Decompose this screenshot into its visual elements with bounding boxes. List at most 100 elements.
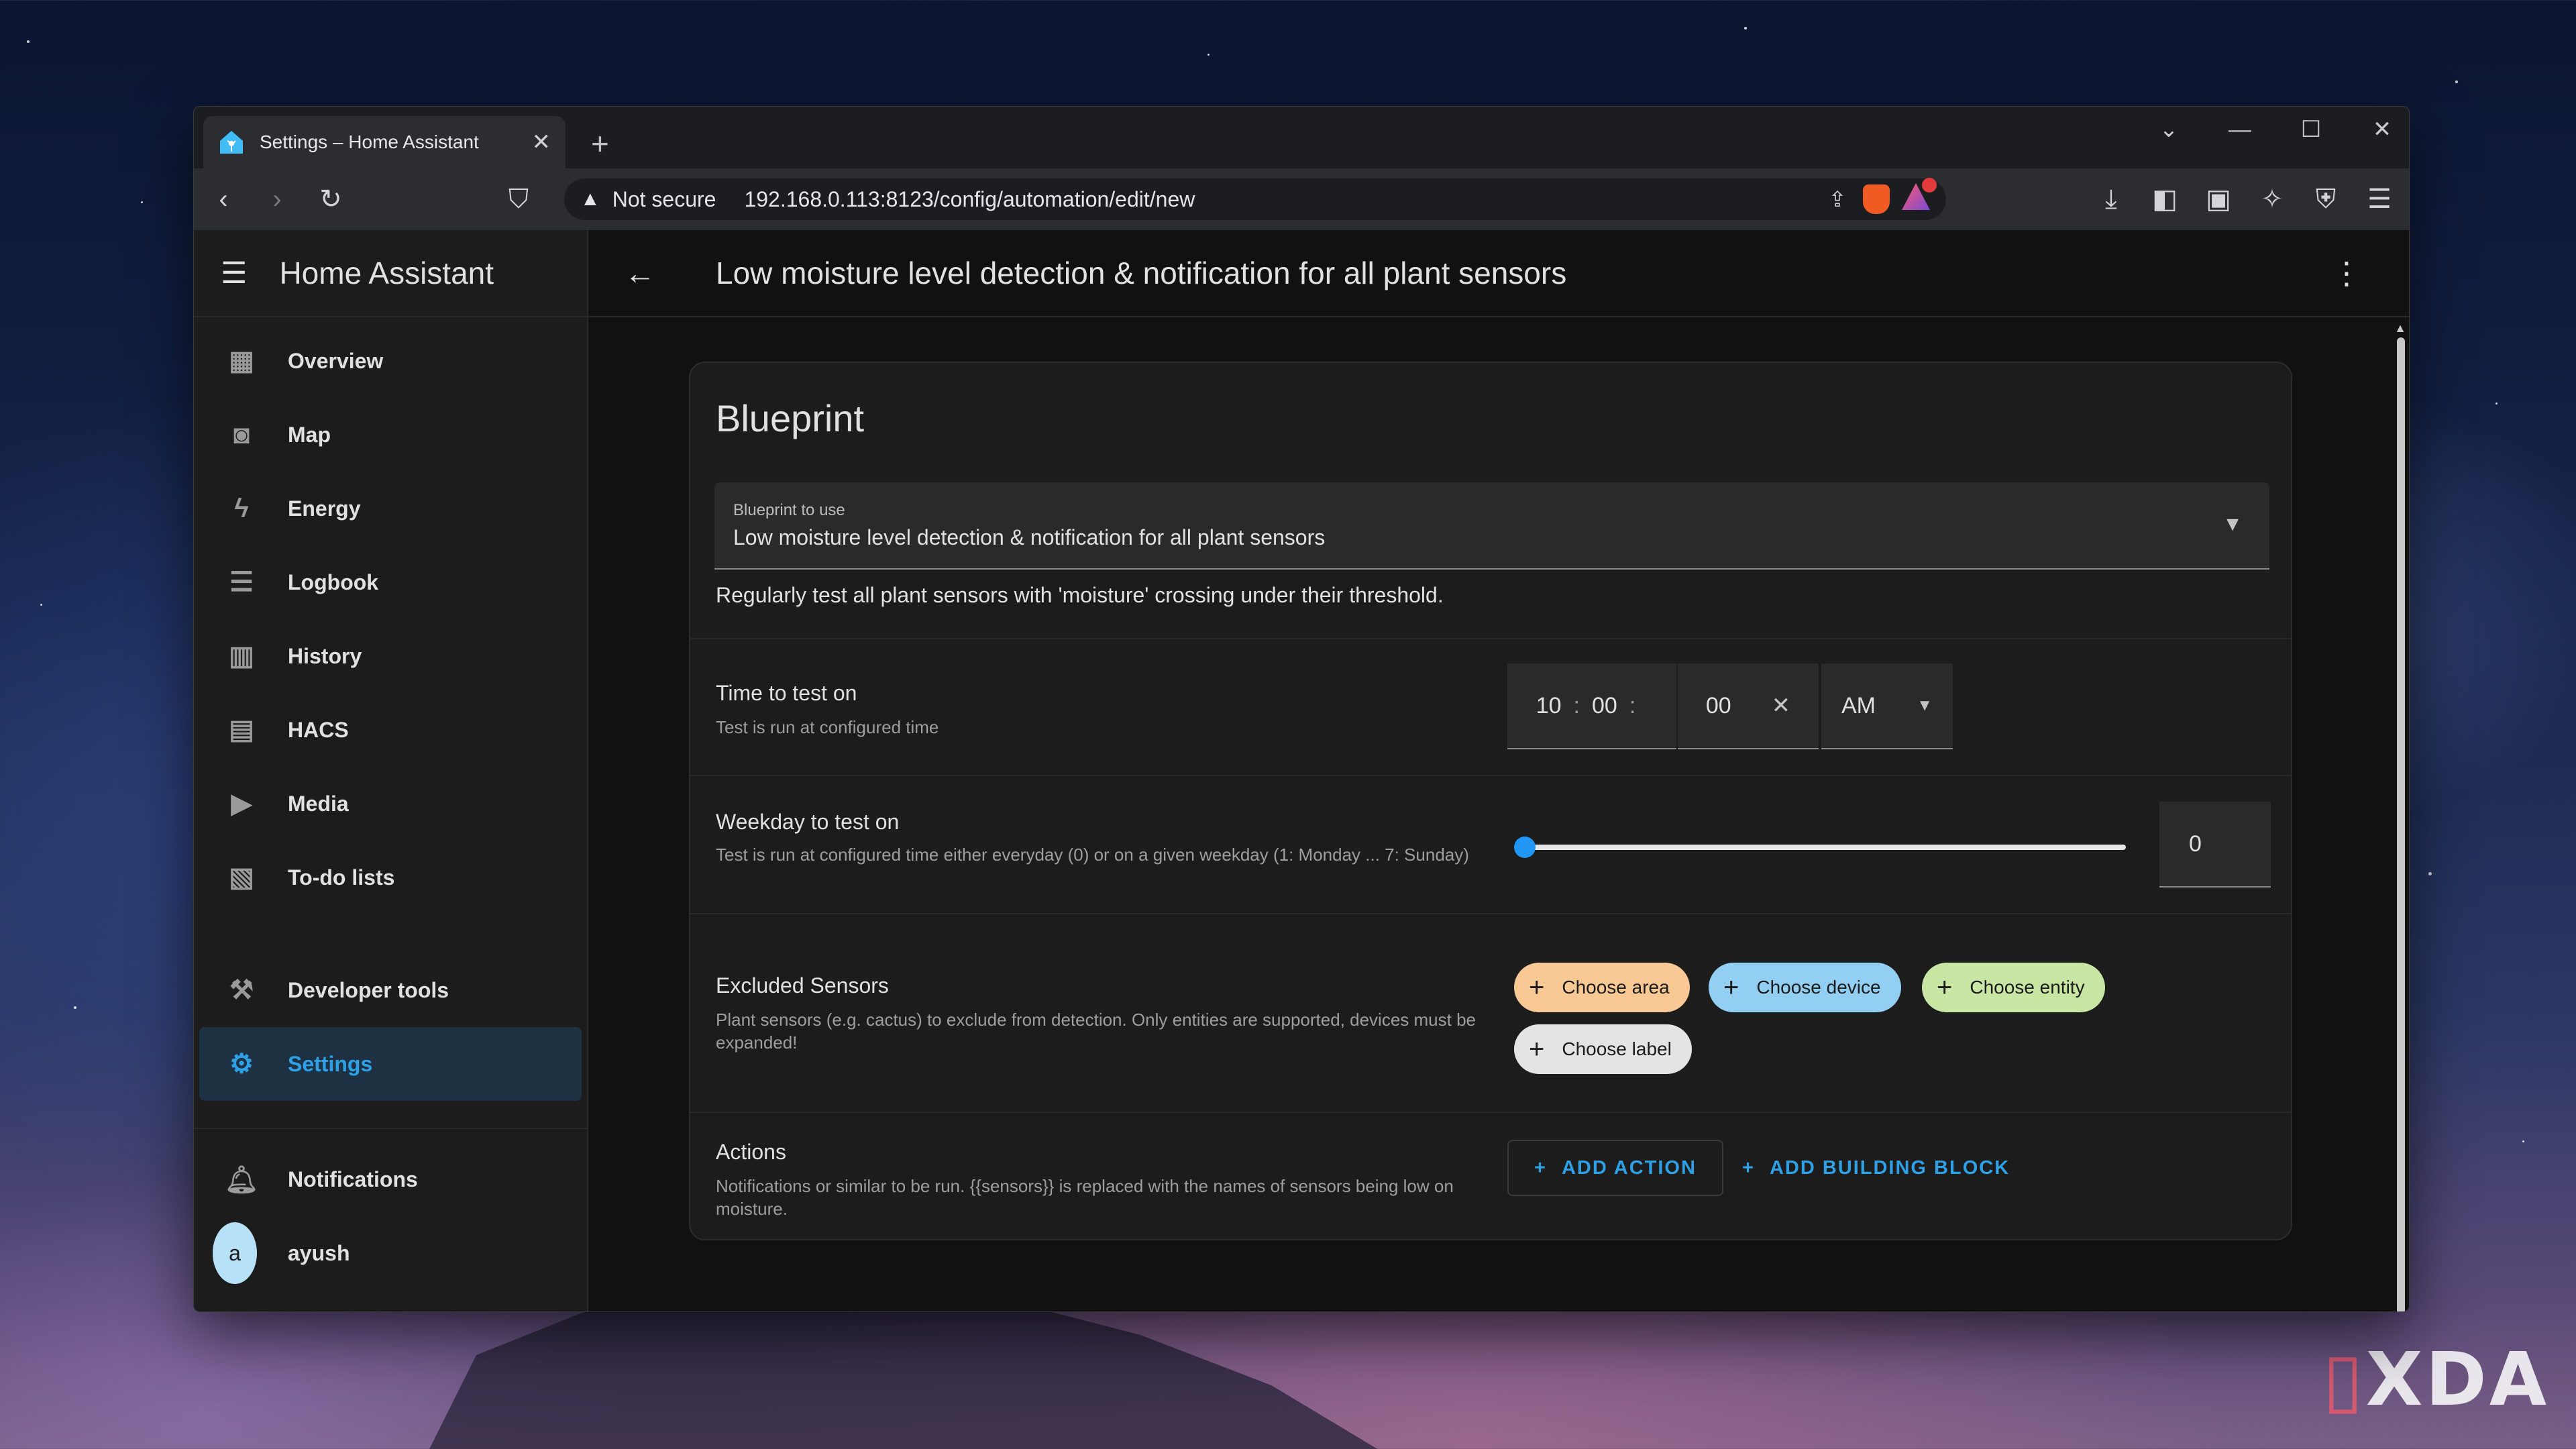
close-window-icon[interactable]: ✕ (2369, 116, 2396, 143)
add-building-block-label: ADD BUILDING BLOCK (1769, 1157, 2010, 1179)
excluded-row-title: Excluded Sensors (716, 973, 889, 998)
new-tab-button[interactable]: + (591, 125, 609, 162)
plus-icon: + (1937, 972, 1953, 1002)
sidebar-item-hacs[interactable]: ▤ HACS (199, 693, 582, 767)
maximize-icon[interactable]: ☐ (2298, 116, 2324, 143)
sidebar-item-settings[interactable]: ⚙ Settings (199, 1027, 582, 1101)
plus-icon: + (1529, 972, 1545, 1002)
address-bar[interactable]: ▲ Not secure 192.168.0.113:8123/config/a… (564, 178, 1946, 220)
bell-icon: 🔔︎ (224, 1165, 259, 1195)
sidebar-item-label: Media (288, 791, 349, 816)
add-building-block-button[interactable]: + ADD BUILDING BLOCK (1742, 1140, 2010, 1196)
reload-icon[interactable]: ↻ (315, 184, 347, 215)
sidebar-item-label: Map (288, 422, 331, 447)
browser-menu-icon[interactable]: ☰ (2363, 184, 2396, 215)
blueprint-description: Regularly test all plant sensors with 'm… (716, 583, 1444, 607)
plus-icon: + (1529, 1034, 1545, 1064)
choose-device-button[interactable]: + Choose device (1709, 963, 1901, 1012)
seconds-field[interactable]: 00 ✕ (1678, 663, 1819, 749)
chip-label: Choose label (1562, 1038, 1672, 1059)
user-name: ayush (288, 1240, 350, 1265)
leo-ai-icon[interactable]: ✧ (2256, 184, 2288, 215)
sidebar-item-logbook[interactable]: ☰ Logbook (199, 545, 582, 619)
sidebar-toggle-icon[interactable]: ◧ (2149, 184, 2181, 215)
sidebar: ☰ Home Assistant ▦ Overview ◙ Map ϟ Ener… (194, 230, 588, 1311)
chip-label: Choose device (1756, 977, 1881, 998)
back-arrow-icon[interactable]: ← (625, 255, 665, 291)
sidebar-item-history[interactable]: ▥ History (199, 619, 582, 693)
actions-row-description: Notifications or similar to be run. {{se… (716, 1176, 1454, 1219)
plus-icon: + (1742, 1157, 1755, 1179)
xda-watermark: ▯XDA (2322, 1336, 2549, 1422)
sidebar-item-media[interactable]: ▶ Media (199, 767, 582, 841)
security-label[interactable]: Not secure (612, 187, 716, 212)
sidebar-item-energy[interactable]: ϟ Energy (199, 472, 582, 545)
sidebar-item-map[interactable]: ◙ Map (199, 398, 582, 472)
actions-row-title: Actions (716, 1140, 786, 1164)
sidebar-item-notifications[interactable]: 🔔︎ Notifications (199, 1142, 582, 1216)
weekday-row-description: Test is run at configured time either ev… (716, 845, 1469, 865)
tab-close-icon[interactable]: ✕ (532, 129, 551, 156)
choose-area-button[interactable]: + Choose area (1514, 963, 1690, 1012)
add-action-label: ADD ACTION (1561, 1157, 1697, 1179)
weekday-slider-thumb[interactable] (1514, 837, 1536, 858)
weekday-number-input[interactable]: 0 (2159, 802, 2271, 888)
brave-rewards-icon[interactable] (1902, 178, 1937, 215)
minutes-value[interactable]: 00 (1592, 693, 1617, 719)
add-action-button[interactable]: + ADD ACTION (1507, 1140, 1723, 1196)
more-vert-icon[interactable]: ⋮ (2331, 255, 2362, 291)
blueprint-heading: Blueprint (716, 397, 865, 439)
download-icon[interactable]: ⤓ (2095, 184, 2127, 215)
sidebar-item-user[interactable]: a ayush (199, 1216, 582, 1290)
dashboard-icon: ▦ (229, 346, 254, 376)
chip-label: Choose entity (1970, 977, 2085, 998)
brave-shield-icon[interactable] (1863, 184, 1890, 214)
forward-icon[interactable]: › (261, 184, 293, 215)
blueprint-select-value: Low moisture level detection & notificat… (733, 525, 1326, 549)
bookmark-icon[interactable]: ⛉ (502, 184, 535, 215)
share-icon[interactable]: ⇪ (1824, 186, 1851, 212)
weekday-slider-track[interactable] (1522, 845, 2126, 850)
media-icon: ▶ (231, 789, 252, 818)
clipboard-icon: ▧ (229, 863, 254, 892)
sidebar-item-label: Logbook (288, 570, 379, 594)
blueprint-select[interactable]: Blueprint to use Low moisture level dete… (714, 482, 2269, 570)
sidebar-item-developer-tools[interactable]: ⚒ Developer tools (199, 953, 582, 1027)
back-icon[interactable]: ‹ (207, 184, 239, 215)
tab-search-chevron-icon[interactable]: ⌄ (2155, 116, 2182, 143)
chart-icon: ▥ (229, 641, 254, 671)
chip-label: Choose area (1562, 977, 1670, 998)
wallet-icon[interactable]: ▣ (2202, 184, 2235, 215)
browser-toolbar: ‹ › ↻ ⛉ ▲ Not secure 192.168.0.113:8123/… (194, 168, 2409, 230)
seconds-value[interactable]: 00 (1706, 693, 1731, 719)
url-text[interactable]: 192.168.0.113:8123/config/automation/edi… (744, 187, 1812, 212)
sidebar-item-label: To-do lists (288, 865, 395, 890)
home-assistant-app: ☰ Home Assistant ▦ Overview ◙ Map ϟ Ener… (194, 230, 2409, 1311)
minimize-icon[interactable]: — (2226, 117, 2253, 143)
dropdown-caret-icon: ▼ (2222, 513, 2243, 535)
choose-entity-button[interactable]: + Choose entity (1922, 963, 2105, 1012)
time-row-title: Time to test on (716, 681, 857, 705)
hours-value[interactable]: 10 (1536, 693, 1562, 719)
actions-row: Actions Notifications or similar to be r… (690, 1112, 2291, 1239)
vpn-icon[interactable]: ⛨ (2310, 184, 2342, 215)
choose-label-button[interactable]: + Choose label (1514, 1024, 1692, 1074)
avatar: a (213, 1222, 257, 1284)
clear-time-icon[interactable]: ✕ (1772, 692, 1791, 719)
tab-title: Settings – Home Assistant (260, 131, 479, 152)
ampm-select[interactable]: AM ▼ (1821, 663, 1953, 749)
sidebar-item-label: History (288, 643, 362, 668)
hours-minutes-field[interactable]: 10 : 00 : (1507, 663, 1676, 749)
sidebar-item-overview[interactable]: ▦ Overview (199, 324, 582, 398)
sidebar-menu-icon[interactable]: ☰ (221, 256, 247, 290)
list-icon: ☰ (229, 568, 254, 597)
sidebar-item-label: Developer tools (288, 977, 449, 1002)
hacs-icon: ▤ (229, 715, 254, 745)
sidebar-item-label: Energy (288, 496, 361, 521)
plus-icon: + (1534, 1157, 1547, 1179)
excluded-row-description: Plant sensors (e.g. cactus) to exclude f… (716, 1010, 1477, 1053)
lightning-icon: ϟ (234, 493, 249, 523)
sidebar-item-todo[interactable]: ▧ To-do lists (199, 841, 582, 914)
browser-tab[interactable]: Settings – Home Assistant ✕ (203, 116, 566, 168)
ampm-value: AM (1841, 692, 1876, 718)
